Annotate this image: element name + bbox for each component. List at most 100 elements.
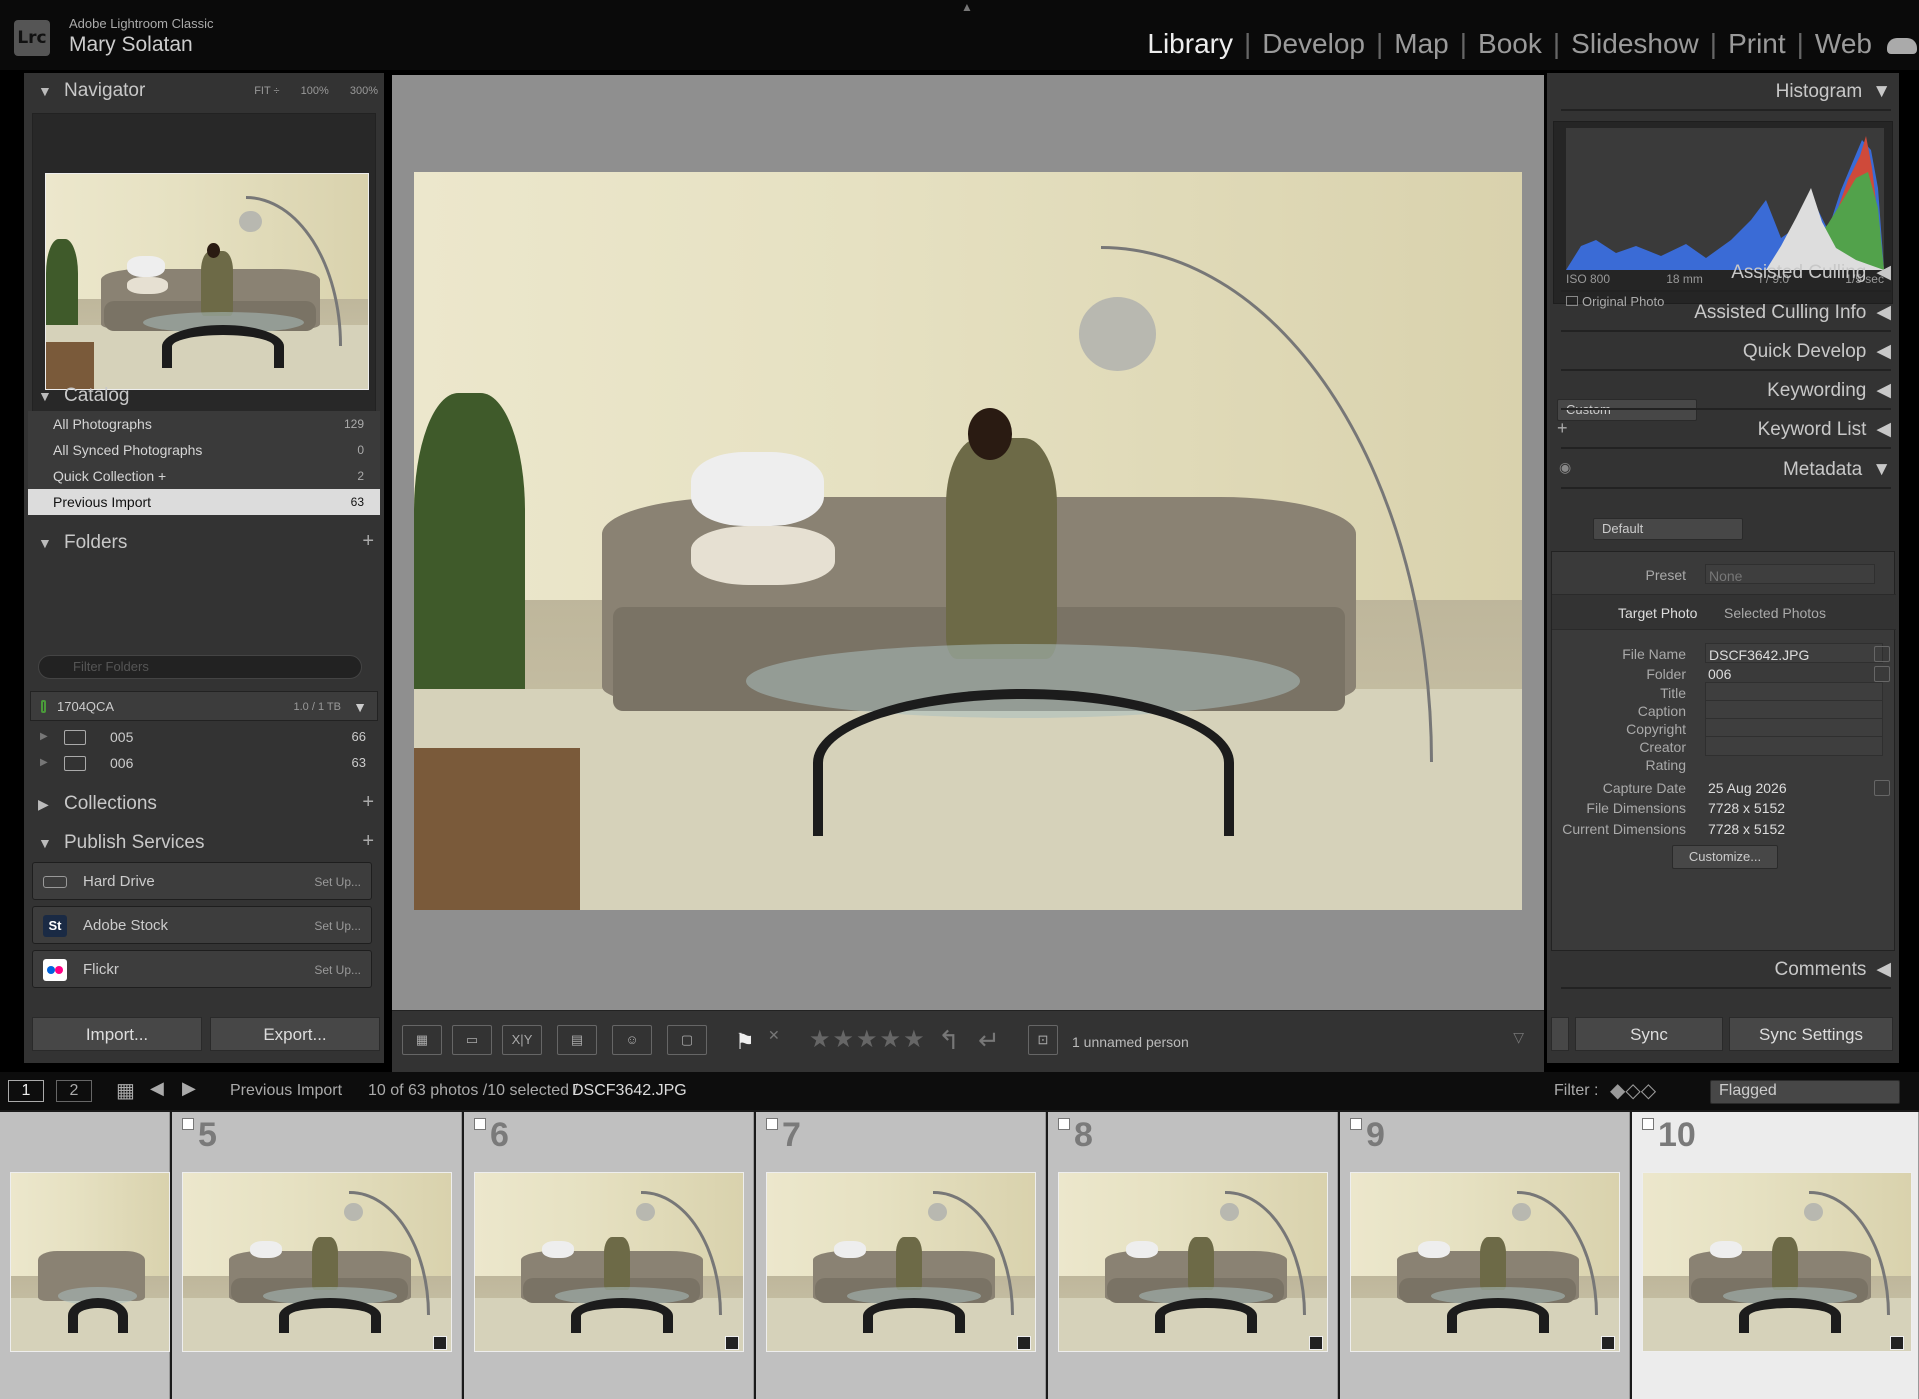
metadata-header[interactable]: Metadata ▼ — [1561, 451, 1891, 489]
edited-badge-icon — [725, 1336, 739, 1350]
people-view-icon[interactable]: ☺ — [612, 1025, 652, 1055]
grid-view-icon[interactable]: ▦ — [402, 1025, 442, 1055]
publish-services-header[interactable]: ▼ Publish Services + — [24, 825, 384, 861]
forward-arrow-icon[interactable]: ▶ — [182, 1078, 196, 1099]
comments-header[interactable]: Comments ◀ — [1561, 951, 1891, 989]
navigator-header[interactable]: ▼ Navigator FIT ÷ 100% 300% — [24, 73, 384, 109]
module-library[interactable]: Library — [1136, 28, 1244, 60]
flag-filter-icon[interactable]: ◆◇◇ — [1610, 1078, 1656, 1103]
filmstrip-source[interactable]: Previous Import — [230, 1082, 342, 1100]
module-develop[interactable]: Develop — [1251, 28, 1376, 60]
rating-stars[interactable]: ★★★★★ — [809, 1025, 927, 1054]
edited-badge-icon — [1309, 1336, 1323, 1350]
navigator-thumbnail[interactable] — [45, 173, 369, 390]
customize-button[interactable]: Customize... — [1672, 845, 1778, 869]
keyword-list-header[interactable]: Keyword List ◀ — [1561, 411, 1891, 449]
edit-date-icon[interactable] — [1874, 780, 1890, 796]
go-to-folder-icon[interactable] — [1874, 666, 1890, 682]
zoom-300[interactable]: 300% — [350, 85, 378, 97]
primary-display-button[interactable]: 1 — [8, 1080, 44, 1102]
folder-filter-input[interactable]: Filter Folders — [38, 655, 362, 679]
metadata-panel: Preset None Target Photo Selected Photos… — [1551, 551, 1896, 951]
loupe-view-icon[interactable]: ▭ — [452, 1025, 492, 1055]
cloud-icon[interactable] — [1887, 38, 1917, 54]
folder-icon — [64, 730, 86, 745]
zoom-100[interactable]: 100% — [301, 85, 329, 97]
catalog-item[interactable]: All Photographs 129 — [28, 411, 380, 437]
catalog-item[interactable]: Quick Collection +2 — [28, 463, 380, 489]
zoom-fit[interactable]: FIT ÷ — [254, 85, 279, 97]
back-arrow-icon[interactable]: ◀ — [150, 1078, 164, 1099]
sync-toggle[interactable] — [1551, 1017, 1569, 1051]
reject-flag-icon[interactable]: ✕ — [768, 1027, 780, 1044]
assisted-culling-header[interactable]: Assisted Culling ◀ — [1561, 254, 1891, 292]
publish-adobe-stock[interactable]: St Adobe Stock Set Up... — [32, 906, 372, 944]
secondary-display-button[interactable]: 2 — [56, 1080, 92, 1102]
tab-target-photo[interactable]: Target Photo — [1618, 595, 1697, 631]
eye-icon[interactable]: ◉ — [1559, 459, 1571, 476]
filmstrip-item[interactable]: 6 — [464, 1112, 754, 1399]
toolbar-menu-icon[interactable]: ▽ — [1513, 1029, 1524, 1046]
histogram-header[interactable]: Histogram ▼ — [1561, 73, 1891, 111]
sync-button[interactable]: Sync — [1575, 1017, 1723, 1051]
module-print[interactable]: Print — [1717, 28, 1797, 60]
flag-icon — [766, 1118, 778, 1130]
module-web[interactable]: Web — [1804, 28, 1883, 60]
filmstrip-item[interactable] — [0, 1112, 170, 1399]
assisted-culling-info-header[interactable]: Assisted Culling Info ◀ — [1561, 294, 1891, 332]
rotate-left-icon[interactable]: ↰ — [938, 1025, 960, 1056]
import-button[interactable]: Import... — [32, 1017, 202, 1051]
flag-icon[interactable]: ⚑ — [735, 1029, 755, 1055]
tab-selected-photos[interactable]: Selected Photos — [1724, 595, 1826, 631]
rename-icon[interactable] — [1874, 646, 1890, 662]
module-map[interactable]: Map — [1383, 28, 1459, 60]
publish-flickr[interactable]: Flickr Set Up... — [32, 950, 372, 988]
main-photo[interactable] — [414, 172, 1522, 910]
secondary-display-icon[interactable]: ▢ — [667, 1025, 707, 1055]
add-folder-button[interactable]: + — [362, 523, 374, 559]
triangle-down-icon: ▼ — [38, 535, 52, 551]
sync-settings-button[interactable]: Sync Settings — [1729, 1017, 1893, 1051]
metadata-preset-select[interactable]: Default — [1593, 518, 1743, 540]
catalog-header[interactable]: ▼ Catalog — [24, 378, 384, 414]
folder-row[interactable]: ▶ 005 66 — [30, 724, 378, 750]
triangle-down-icon[interactable]: ▼ — [353, 692, 367, 722]
folder-row[interactable]: ▶ 006 63 — [30, 750, 378, 776]
edited-badge-icon — [1017, 1336, 1031, 1350]
filmstrip-item[interactable]: 8 — [1048, 1112, 1338, 1399]
filmstrip-item[interactable]: 9 — [1340, 1112, 1630, 1399]
edited-badge-icon — [1601, 1336, 1615, 1350]
publish-hard-drive[interactable]: Hard Drive Set Up... — [32, 862, 372, 900]
preset-select[interactable]: None — [1705, 564, 1875, 584]
module-slideshow[interactable]: Slideshow — [1560, 28, 1710, 60]
add-collection-button[interactable]: + — [362, 784, 374, 820]
adobe-stock-icon: St — [43, 915, 67, 937]
app-name: Adobe Lightroom Classic — [69, 16, 214, 31]
export-button[interactable]: Export... — [210, 1017, 380, 1051]
face-detect-icon[interactable]: ⊡ — [1028, 1025, 1058, 1055]
compare-view-icon[interactable]: X|Y — [502, 1025, 542, 1055]
filmstrip-item-active[interactable]: 10 — [1632, 1112, 1919, 1399]
meta-file-dimensions: File Dimensions 7728 x 5152 — [1586, 800, 1786, 816]
collections-header[interactable]: ▶ Collections + — [24, 786, 384, 822]
survey-view-icon[interactable]: ▤ — [557, 1025, 597, 1055]
catalog-item-selected[interactable]: Previous Import 63 — [28, 489, 380, 515]
flag-icon — [182, 1118, 194, 1130]
module-book[interactable]: Book — [1467, 28, 1553, 60]
quick-develop-header[interactable]: Quick Develop ◀ — [1561, 333, 1891, 371]
catalog-item[interactable]: All Synced Photographs 0 — [28, 437, 380, 463]
keywording-header[interactable]: Keywording ◀ — [1561, 372, 1891, 410]
add-publish-button[interactable]: + — [362, 823, 374, 859]
user-name[interactable]: Mary Solatan — [69, 33, 193, 57]
add-keyword-button[interactable]: + — [1557, 418, 1568, 439]
filmstrip-item[interactable]: 5 — [172, 1112, 462, 1399]
preset-row: Preset None — [1552, 564, 1896, 586]
volume-row[interactable]: 1704QCA 1.0 / 1 TB ▼ — [30, 691, 378, 721]
chevron-up-icon[interactable]: ▲ — [961, 0, 973, 14]
filmstrip-item[interactable]: 7 — [756, 1112, 1046, 1399]
filter-select[interactable]: Flagged — [1710, 1080, 1900, 1104]
grid-icon[interactable]: ▦ — [116, 1078, 135, 1103]
folders-header[interactable]: ▼ Folders + — [24, 525, 384, 561]
rotate-right-icon[interactable]: ↵ — [978, 1025, 1000, 1056]
current-file-name[interactable]: DSCF3642.JPG — [572, 1082, 687, 1100]
